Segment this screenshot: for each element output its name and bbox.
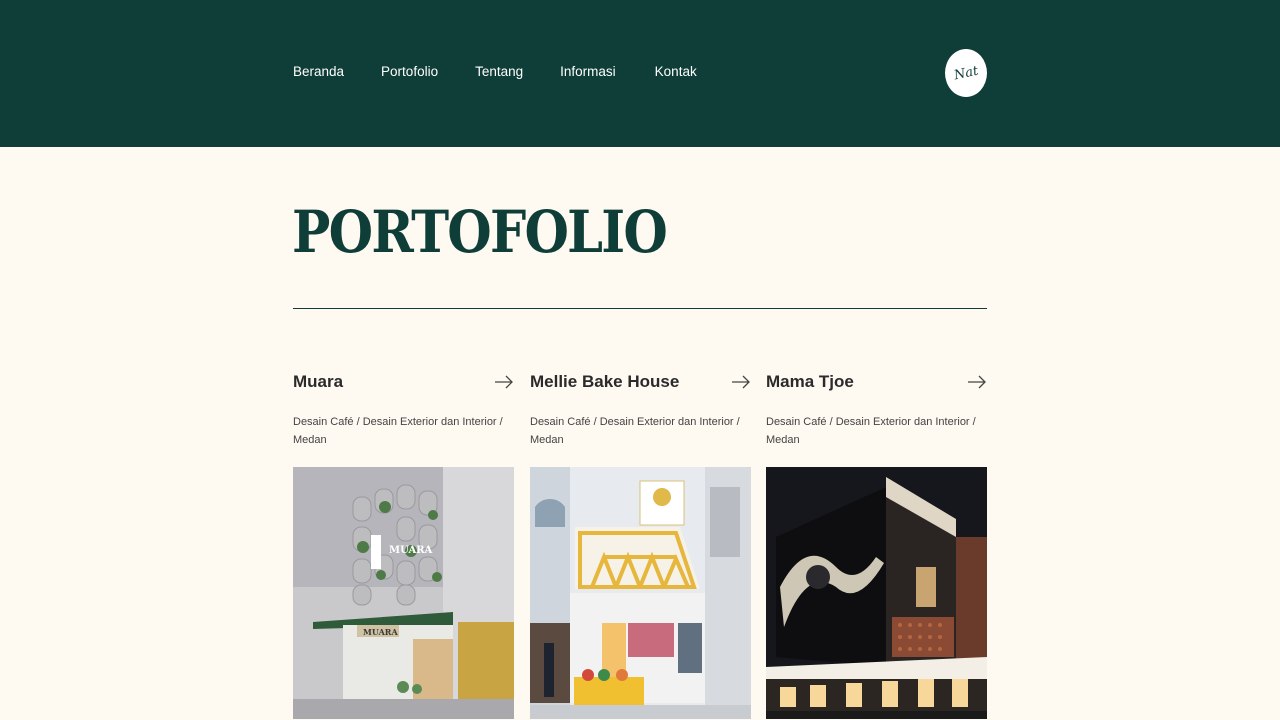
svg-text:MUARA: MUARA xyxy=(389,545,433,556)
logo[interactable]: Nat xyxy=(945,49,987,97)
arrow-right-icon[interactable] xyxy=(967,374,987,390)
page-title: PORTOFOLIO xyxy=(292,198,668,266)
svg-text:MUARA: MUARA xyxy=(363,627,398,637)
site-header: Beranda Portofolio Tentang Informasi Kon… xyxy=(0,0,1280,147)
project-title[interactable]: Mama Tjoe xyxy=(766,370,854,394)
nav-link-kontak[interactable]: Kontak xyxy=(655,64,697,79)
project-image[interactable] xyxy=(530,467,751,719)
logo-text: Nat xyxy=(952,63,980,83)
project-image[interactable]: MUARA MUARA xyxy=(293,467,514,719)
nav-link-portofolio[interactable]: Portofolio xyxy=(381,64,438,79)
project-image[interactable] xyxy=(766,467,987,719)
project-description: Desain Café / Desain Exterior dan Interi… xyxy=(766,416,976,446)
nav-link-beranda[interactable]: Beranda xyxy=(293,64,344,79)
arrow-right-icon[interactable] xyxy=(731,374,751,390)
project-title[interactable]: Mellie Bake House xyxy=(530,370,679,394)
nav-link-informasi[interactable]: Informasi xyxy=(560,64,616,79)
main-nav: Beranda Portofolio Tentang Informasi Kon… xyxy=(293,64,697,79)
nav-link-tentang[interactable]: Tentang xyxy=(475,64,523,79)
project-title[interactable]: Muara xyxy=(293,370,343,394)
arrow-right-icon[interactable] xyxy=(494,374,514,390)
project-description: Desain Café / Desain Exterior dan Interi… xyxy=(293,416,503,446)
project-description: Desain Café / Desain Exterior dan Interi… xyxy=(530,416,740,446)
divider xyxy=(293,308,987,309)
